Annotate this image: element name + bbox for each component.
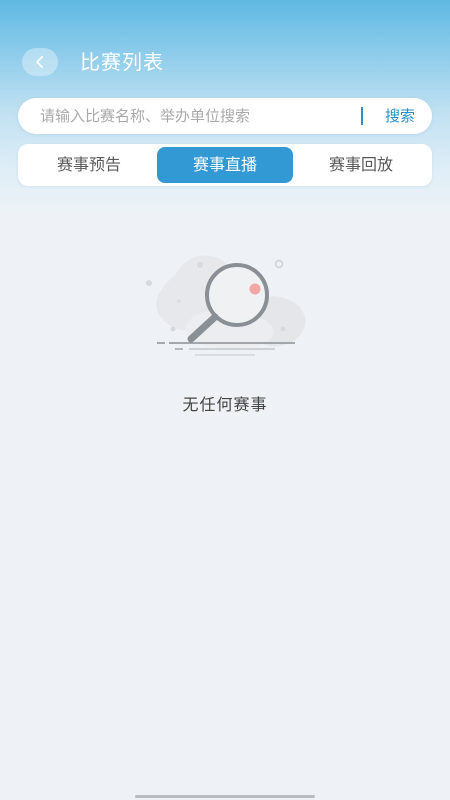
home-indicator[interactable] xyxy=(135,795,315,798)
search-input[interactable] xyxy=(40,98,360,134)
tab-replay[interactable]: 赛事回放 xyxy=(293,147,429,183)
search-bar: 搜索 xyxy=(18,98,432,134)
tab-live[interactable]: 赛事直播 xyxy=(157,147,293,183)
tab-preview[interactable]: 赛事预告 xyxy=(21,147,157,183)
app-header: 比赛列表 xyxy=(0,40,450,86)
search-button[interactable]: 搜索 xyxy=(376,98,424,134)
empty-state-illustration xyxy=(135,245,315,365)
empty-state-message: 无任何赛事 xyxy=(182,395,268,414)
magnifier-empty-icon xyxy=(146,255,306,356)
back-button[interactable] xyxy=(22,48,58,76)
page-title: 比赛列表 xyxy=(80,50,164,74)
tab-bar: 赛事预告 赛事直播 赛事回放 xyxy=(18,144,432,186)
search-divider xyxy=(361,107,363,125)
chevron-left-icon xyxy=(36,56,43,68)
